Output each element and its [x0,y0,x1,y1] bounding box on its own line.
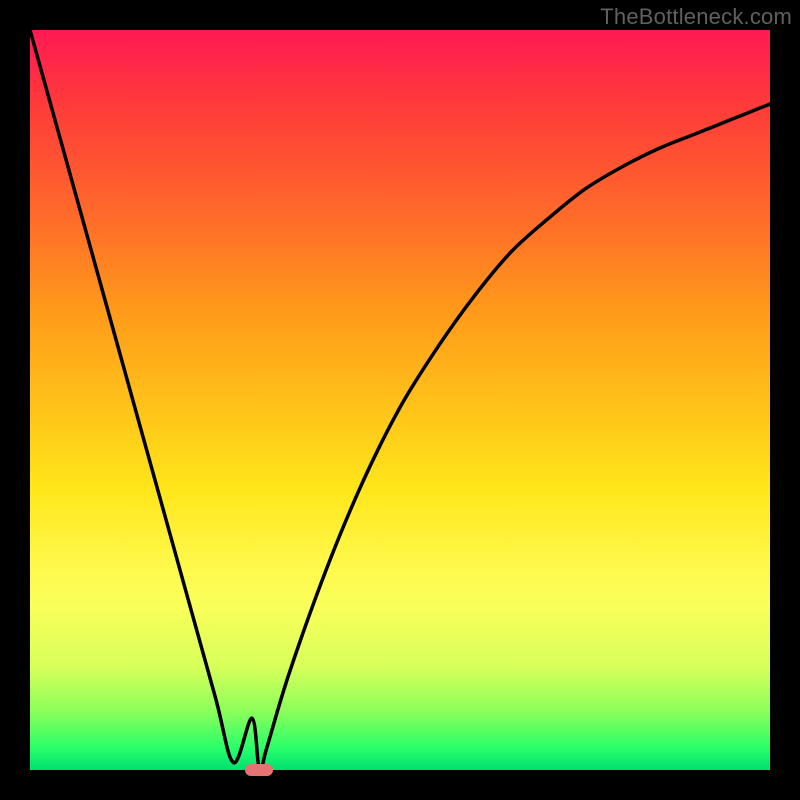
chart-frame: TheBottleneck.com [0,0,800,800]
curve-path [30,30,770,771]
plot-area [30,30,770,770]
bottleneck-curve [30,30,770,770]
watermark-text: TheBottleneck.com [600,4,792,30]
minimum-marker [245,764,273,776]
